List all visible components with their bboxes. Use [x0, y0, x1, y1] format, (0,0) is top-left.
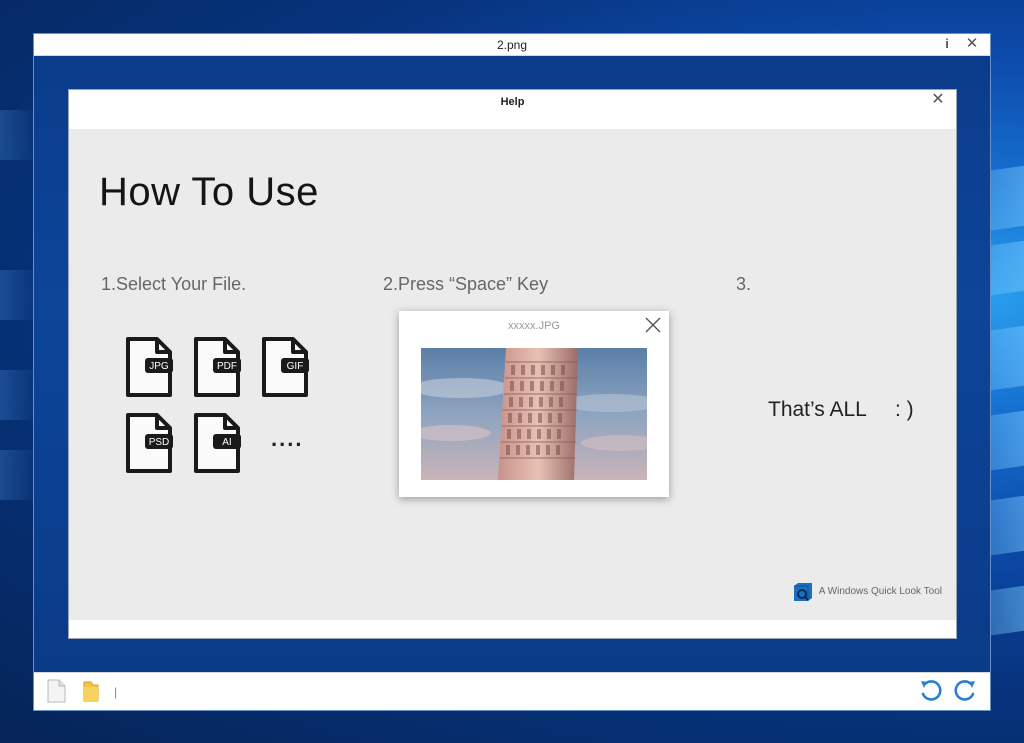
- file-type-label: PSD: [149, 437, 170, 448]
- rotate-left-icon[interactable]: [918, 678, 944, 704]
- open-folder-icon[interactable]: [82, 679, 100, 703]
- page-title: How To Use: [99, 170, 319, 214]
- help-close-icon[interactable]: ✕: [930, 91, 946, 109]
- jpg-file-icon: JPG: [125, 336, 173, 398]
- psd-file-icon: PSD: [125, 412, 173, 474]
- ai-file-icon: AI: [193, 412, 241, 474]
- preview-close-icon: [643, 315, 663, 335]
- more-file-types-indicator: ....: [271, 426, 304, 451]
- step-2-label: 2.Press “Space” Key: [383, 274, 549, 294]
- rotate-right-icon[interactable]: [952, 678, 978, 704]
- thats-all-text: That’s ALL: [768, 398, 867, 421]
- file-path-text: |: [114, 685, 118, 699]
- file-type-label: GIF: [287, 361, 304, 372]
- pdf-file-icon: PDF: [193, 336, 241, 398]
- preview-example-window: xxxxx.JPG: [399, 311, 669, 497]
- quicklook-logo-icon: [792, 582, 814, 602]
- file-type-label: JPG: [149, 361, 169, 372]
- info-icon[interactable]: i: [942, 36, 952, 52]
- viewer-title: 2.png: [496, 38, 528, 52]
- viewer-titlebar[interactable]: 2.png i ✕: [34, 34, 990, 56]
- help-dialog: Help ✕ How To Use 1.Select Your File. 2.…: [68, 89, 957, 639]
- help-title: Help: [500, 96, 525, 108]
- help-titlebar[interactable]: Help ✕: [69, 90, 956, 129]
- file-type-label: PDF: [217, 361, 237, 372]
- close-icon[interactable]: ✕: [964, 35, 980, 53]
- smiley-text: : ): [895, 398, 914, 421]
- brand-tagline: A Windows Quick Look Tool: [818, 586, 942, 597]
- leaning-tower-image: [421, 348, 647, 480]
- file-type-label: AI: [222, 437, 231, 448]
- step-3-label: 3.: [736, 274, 752, 294]
- viewer-bottom-bar: |: [34, 672, 990, 710]
- preview-filename: xxxxx.JPG: [508, 320, 560, 332]
- help-bottom-strip: [69, 620, 956, 638]
- open-with-file-icon[interactable]: [47, 679, 66, 703]
- gif-file-icon: GIF: [261, 336, 309, 398]
- step-1-label: 1.Select Your File.: [101, 274, 247, 294]
